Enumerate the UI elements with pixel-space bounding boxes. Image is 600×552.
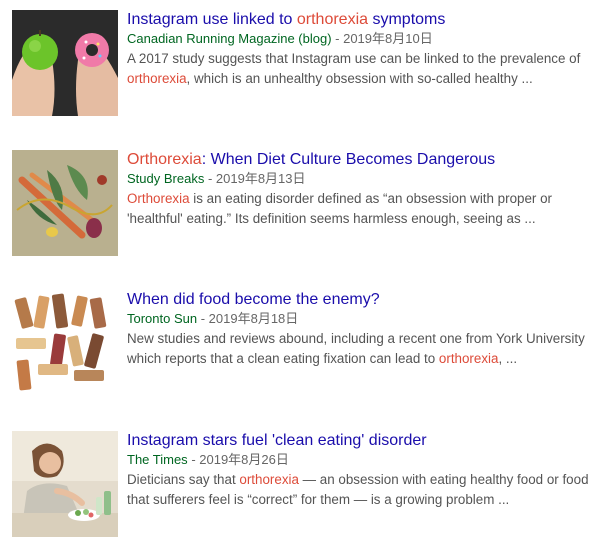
result-source-line-1: Canadian Running Magazine (blog) - 2019年… — [127, 30, 592, 48]
result-source-line-3: Toronto Sun - 2019年8月18日 — [127, 310, 592, 328]
result-thumbnail-2[interactable] — [12, 150, 118, 256]
result-title-2[interactable]: Orthorexia: When Diet Culture Becomes Da… — [127, 150, 592, 170]
result-date-2: - 2019年8月13日 — [207, 171, 306, 186]
vegetables-illustration-image — [12, 150, 118, 256]
snippet-highlight: Orthorexia — [127, 191, 190, 206]
result-snippet-3: New studies and reviews abound, includin… — [127, 329, 592, 369]
result-snippet-4: Dieticians say that orthorexia — an obse… — [127, 470, 592, 510]
result-title-1[interactable]: Instagram use linked to orthorexia sympt… — [127, 10, 592, 30]
result-date-3: - 2019年8月18日 — [200, 311, 299, 326]
result-thumbnail-4[interactable] — [12, 431, 118, 537]
result-source-1[interactable]: Canadian Running Magazine (blog) — [127, 31, 332, 46]
result-source-line-4: The Times - 2019年8月26日 — [127, 451, 592, 469]
woman-eating-image — [12, 431, 118, 537]
snippet-text: A 2017 study suggests that Instagram use… — [127, 51, 581, 66]
title-highlight: Orthorexia — [127, 151, 202, 168]
title-text: symptoms — [368, 11, 446, 28]
snippet-highlight: orthorexia — [239, 472, 299, 487]
result-source-2[interactable]: Study Breaks — [127, 171, 204, 186]
snippet-text: is an eating disorder defined as “an obs… — [127, 191, 553, 226]
granola-bars-image — [12, 290, 118, 396]
result-source-4[interactable]: The Times — [127, 452, 188, 467]
title-text: Instagram use linked to — [127, 11, 297, 28]
result-thumbnail-3[interactable] — [12, 290, 118, 396]
title-text: : When Diet Culture Becomes Dangerous — [201, 151, 496, 168]
title-highlight: orthorexia — [296, 11, 369, 28]
result-source-line-2: Study Breaks - 2019年8月13日 — [127, 170, 592, 188]
apple-donut-image — [12, 10, 118, 116]
result-source-3[interactable]: Toronto Sun — [127, 311, 197, 326]
result-snippet-1: A 2017 study suggests that Instagram use… — [127, 49, 592, 89]
result-title-4[interactable]: Instagram stars fuel 'clean eating' diso… — [127, 431, 592, 451]
result-title-3[interactable]: When did food become the enemy? — [127, 290, 592, 310]
result-date-1: - 2019年8月10日 — [335, 31, 433, 46]
snippet-text: , ... — [498, 351, 518, 366]
snippet-highlight: orthorexia — [127, 71, 187, 86]
snippet-highlight: orthorexia — [438, 351, 499, 366]
result-thumbnail-1[interactable] — [12, 10, 118, 116]
title-text: When did food become the enemy? — [127, 291, 380, 308]
result-snippet-2: Orthorexia is an eating disorder defined… — [127, 189, 592, 229]
result-date-4: - 2019年8月26日 — [191, 452, 289, 467]
title-text: Instagram stars fuel 'clean eating' diso… — [127, 432, 427, 449]
snippet-text: Dieticians say that — [127, 472, 240, 487]
snippet-text: , which is an unhealthy obsession with s… — [186, 71, 533, 86]
